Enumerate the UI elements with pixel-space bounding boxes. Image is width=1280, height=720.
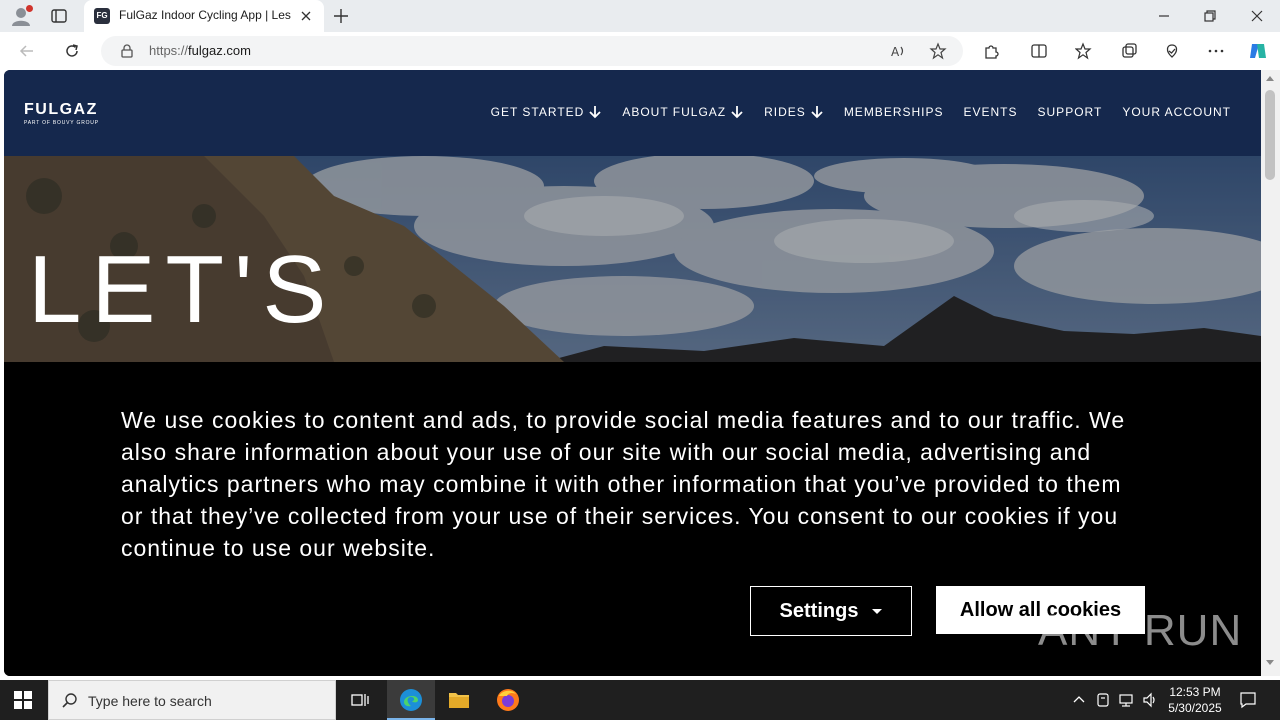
task-view-icon bbox=[351, 694, 369, 706]
nav-label: RIDES bbox=[764, 105, 806, 119]
browser-essentials-icon[interactable] bbox=[1163, 42, 1181, 60]
taskbar-search-box[interactable]: Type here to search bbox=[48, 680, 336, 720]
nav-rides[interactable]: RIDES bbox=[764, 105, 824, 119]
nav-label: SUPPORT bbox=[1037, 105, 1103, 119]
fulgaz-logo[interactable]: FULGAZ PART OF BOUVY GROUP bbox=[24, 101, 99, 126]
firefox-icon bbox=[497, 689, 519, 711]
clock-date: 5/30/2025 bbox=[1168, 701, 1222, 715]
split-screen-icon[interactable] bbox=[1030, 42, 1048, 60]
browser-tabstrip: FG FulGaz Indoor Cycling App | Less bbox=[0, 0, 1280, 32]
cookie-message: We use cookies to content and ads, to pr… bbox=[121, 407, 1126, 561]
refresh-icon[interactable] bbox=[63, 42, 81, 60]
search-icon bbox=[62, 693, 77, 708]
volume-icon[interactable] bbox=[1142, 692, 1158, 708]
minimize-icon[interactable] bbox=[1155, 7, 1173, 25]
settings-label: Settings bbox=[779, 599, 859, 622]
hero-title: LET'S bbox=[28, 236, 337, 343]
anyrun-watermark: ANY RUN bbox=[1038, 606, 1243, 655]
scroll-up-arrow-icon[interactable] bbox=[1266, 76, 1274, 81]
address-bar[interactable]: https://fulgaz.com A bbox=[101, 36, 963, 66]
arrow-down-icon bbox=[731, 106, 743, 119]
clock-time: 12:53 PM bbox=[1169, 685, 1221, 699]
folder-icon bbox=[449, 693, 469, 708]
nav-label: MEMBERSHIPS bbox=[843, 105, 944, 119]
nav-support[interactable]: SUPPORT bbox=[1038, 105, 1103, 119]
arrow-down-icon bbox=[589, 106, 601, 119]
more-menu-icon[interactable] bbox=[1207, 42, 1225, 60]
fulgaz-favicon-icon: FG bbox=[94, 8, 110, 24]
back-icon[interactable] bbox=[18, 42, 36, 60]
windows-taskbar: Type here to search 12:53 PM 5/30/2025 bbox=[0, 680, 1280, 720]
nav-about-fulgaz[interactable]: ABOUT FULGAZ bbox=[622, 105, 744, 119]
favorites-icon[interactable] bbox=[1075, 42, 1093, 60]
edge-icon bbox=[400, 689, 422, 711]
network-icon[interactable] bbox=[1118, 692, 1134, 708]
browser-tab[interactable]: FG FulGaz Indoor Cycling App | Less bbox=[84, 0, 324, 32]
svg-text:A: A bbox=[891, 45, 900, 59]
taskbar-clock[interactable]: 12:53 PM 5/30/2025 bbox=[1160, 684, 1230, 716]
close-window-icon[interactable] bbox=[1248, 7, 1266, 25]
copilot-icon[interactable] bbox=[1247, 40, 1269, 62]
nav-label: GET STARTED bbox=[490, 105, 585, 119]
device-icon[interactable] bbox=[1095, 692, 1111, 708]
tab-actions-icon[interactable] bbox=[50, 7, 68, 25]
tab-title: FulGaz Indoor Cycling App | Less bbox=[119, 8, 291, 22]
show-hidden-icons-icon[interactable] bbox=[1071, 692, 1087, 708]
close-tab-icon[interactable] bbox=[298, 8, 314, 24]
hero-section: LET'S bbox=[4, 156, 1261, 362]
main-nav: GET STARTED ABOUT FULGAZ RIDES MEMBERSHI… bbox=[491, 105, 1231, 119]
restore-icon[interactable] bbox=[1201, 7, 1219, 25]
taskbar-edge[interactable] bbox=[387, 680, 435, 720]
nav-label: ABOUT FULGAZ bbox=[622, 105, 727, 119]
logo-tagline: PART OF BOUVY GROUP bbox=[24, 120, 99, 126]
nav-label: EVENTS bbox=[963, 105, 1018, 119]
notifications-icon[interactable] bbox=[1239, 691, 1257, 709]
url-text[interactable]: https://fulgaz.com bbox=[149, 43, 251, 58]
task-view-button[interactable] bbox=[336, 680, 384, 720]
notification-dot bbox=[26, 5, 33, 12]
search-placeholder: Type here to search bbox=[88, 693, 212, 709]
extensions-icon[interactable] bbox=[982, 42, 1000, 60]
cookie-settings-button[interactable]: Settings bbox=[750, 586, 912, 636]
windows-start-icon[interactable] bbox=[14, 691, 32, 709]
caret-down-icon bbox=[872, 608, 883, 614]
web-page: FULGAZ PART OF BOUVY GROUP GET STARTED A… bbox=[4, 70, 1261, 676]
taskbar-firefox[interactable] bbox=[484, 680, 532, 720]
url-host: fulgaz.com bbox=[188, 43, 251, 58]
scroll-down-arrow-icon[interactable] bbox=[1266, 660, 1274, 665]
nav-your-account[interactable]: YOUR ACCOUNT bbox=[1122, 105, 1231, 119]
nav-memberships[interactable]: MEMBERSHIPS bbox=[844, 105, 944, 119]
scrollbar-thumb[interactable] bbox=[1265, 90, 1275, 180]
url-protocol: https:// bbox=[149, 43, 189, 58]
collections-icon[interactable] bbox=[1120, 42, 1138, 60]
favorite-star-icon[interactable] bbox=[929, 42, 947, 60]
arrow-down-icon bbox=[811, 106, 823, 119]
browser-toolbar: https://fulgaz.com A bbox=[0, 32, 1280, 70]
nav-get-started[interactable]: GET STARTED bbox=[491, 105, 603, 119]
logo-name: FULGAZ bbox=[24, 101, 98, 118]
nav-events[interactable]: EVENTS bbox=[964, 105, 1018, 119]
page-scrollbar[interactable] bbox=[1261, 70, 1280, 676]
new-tab-icon[interactable] bbox=[332, 7, 350, 25]
lock-icon[interactable] bbox=[119, 43, 135, 59]
nav-label: YOUR ACCOUNT bbox=[1122, 105, 1231, 119]
taskbar-file-explorer[interactable] bbox=[435, 680, 483, 720]
site-header: FULGAZ PART OF BOUVY GROUP GET STARTED A… bbox=[4, 70, 1261, 156]
read-aloud-icon[interactable]: A bbox=[889, 42, 907, 60]
